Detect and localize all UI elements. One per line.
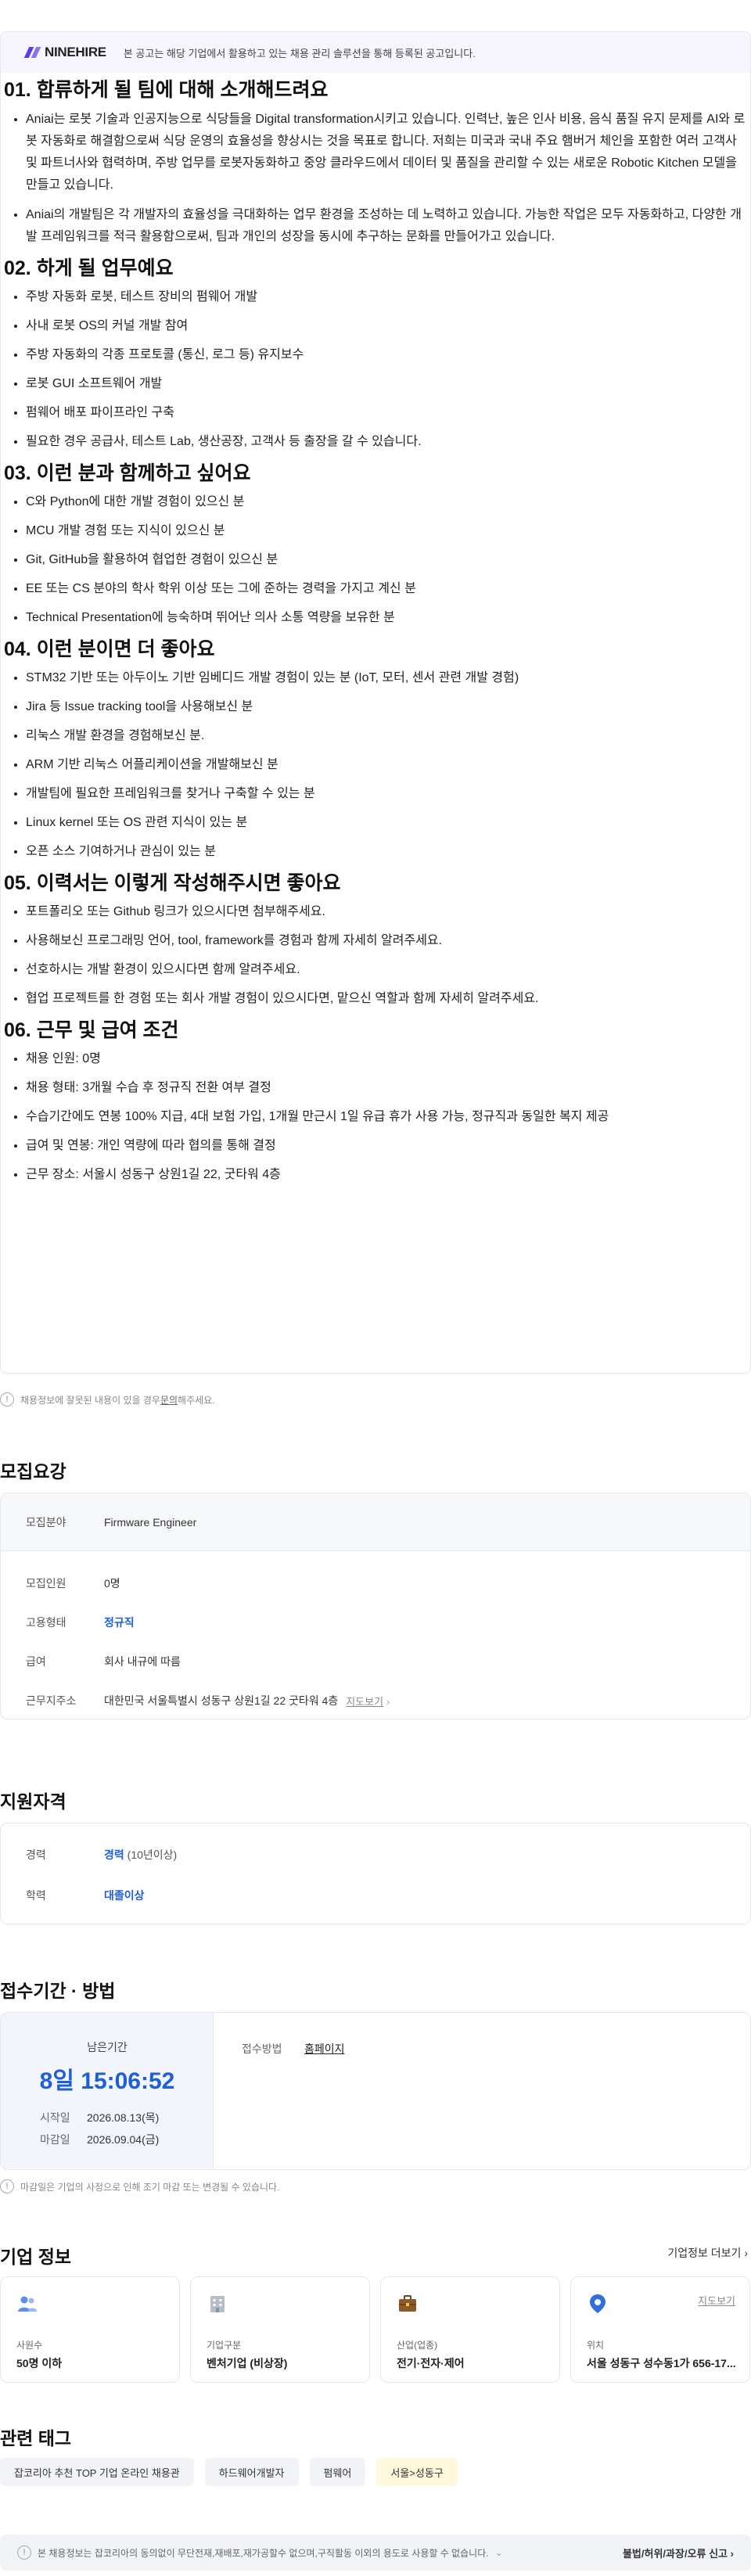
company-card-type: 기업구분 벤처기업 (비상장) [190, 2276, 370, 2383]
list-item: 포트폴리오 또는 Github 링크가 있으시다면 첨부해주세요. [26, 902, 749, 922]
map-link[interactable]: 지도보기 › [346, 1694, 390, 1708]
list-item: 채용 형태: 3개월 수습 후 정규직 전환 여부 결정 [26, 1078, 749, 1098]
recruit-address-row: 근무지주소 대한민국 서울특별시 성동구 상원1길 22 굿타워 4층 지도보기… [26, 1694, 390, 1708]
list-item: 펌웨어 배포 파이프라인 구축 [26, 403, 749, 423]
company-section-title: 기업 정보 [0, 2247, 72, 2267]
list-item: 주방 자동화의 각종 프로토콜 (통신, 로그 등) 유지보수 [26, 345, 749, 365]
company-card-employees: 사원수 50명 이하 [0, 2276, 180, 2383]
list-item: Aniai는 로봇 기술과 인공지능으로 식당들을 Digital transf… [26, 109, 749, 196]
list-item: 리눅스 개발 환경을 경험해보신 분. [26, 726, 749, 746]
recruit-salary-row: 급여 회사 내규에 따름 [26, 1655, 181, 1668]
list-item: 채용 인원: 0명 [26, 1049, 749, 1069]
ninehire-logo-icon [23, 47, 41, 58]
company-card-industry: 산업(업종) 전기·전자·제어 [380, 2276, 560, 2383]
list-item: 수습기간에도 연봉 100% 지급, 4대 보험 가입, 1개월 만근시 1일 … [26, 1107, 749, 1127]
tags-section-title: 관련 태그 [0, 2428, 72, 2448]
list-item: STM32 기반 또는 아두이노 기반 임베디드 개발 경험이 있는 분 (Io… [26, 668, 749, 688]
ninehire-logo: NINEHIRE [23, 45, 106, 60]
homepage-link[interactable]: 홈페이지 [304, 2041, 345, 2057]
job-posting-page: NINEHIRE 본 공고는 해당 기업에서 활용하고 있는 채용 관리 솔루션… [0, 0, 751, 2576]
list-item: Linux kernel 또는 OS 관련 지식이 있는 분 [26, 813, 749, 833]
start-date-row: 시작일 2026.08.13(목) [40, 2111, 160, 2124]
list-item: 주방 자동화 로봇, 테스트 장비의 펌웨어 개발 [26, 287, 749, 307]
conditions-list: 채용 인원: 0명 채용 형태: 3개월 수습 후 정규직 전환 여부 결정 수… [26, 1049, 749, 1185]
period-card: 남은기간 8일 15:06:52 시작일 2026.08.13(목) 마감일 2… [0, 2012, 751, 2170]
tag-item[interactable]: 하드웨어개발자 [204, 2458, 299, 2486]
tag-list: 잡코리아 추천 TOP 기업 온라인 채용관 하드웨어개발자 펌웨어 서울>성동… [0, 2458, 458, 2486]
copyright-footer: ! 본 채용정보는 잡코리아의 동의없이 무단전재,재배포,재가공할수 없으며,… [0, 2535, 751, 2571]
chevron-down-icon[interactable]: ⌄ [495, 2547, 503, 2558]
list-item: Jira 등 Issue tracking tool을 사용해보신 분 [26, 697, 749, 717]
list-item: Technical Presentation에 능숙하며 뛰어난 의사 소통 역… [26, 608, 749, 628]
info-icon: ! [17, 2545, 31, 2560]
preferred-list: STM32 기반 또는 아두이노 기반 임베디드 개발 경험이 있는 분 (Io… [26, 668, 749, 862]
report-notice: ! 채용정보에 잘못된 내용이 있을 경우 문의 해주세요. [0, 1392, 215, 1407]
chevron-right-icon: › [386, 1695, 390, 1708]
qualify-section-title: 지원자격 [0, 1791, 66, 1812]
company-card-location: 지도보기 위치 서울 성동구 성수동1가 656-17... [570, 2276, 750, 2383]
deadline-notice: ! 마감일은 기업의 사정으로 인해 조기 마감 또는 변경될 수 있습니다. [0, 2179, 279, 2193]
chevron-right-icon: › [730, 2547, 734, 2560]
end-date-row: 마감일 2026.09.04(금) [40, 2133, 160, 2146]
section-title-team: 01. 합류하게 될 팀에 대해 소개해드려요 [4, 79, 329, 101]
report-inquiry-link[interactable]: 문의 [160, 1393, 178, 1407]
resume-list: 포트폴리오 또는 Github 링크가 있으시다면 첨부해주세요. 사용해보신 … [26, 902, 749, 1009]
recruit-type-row: 고용형태 정규직 [26, 1616, 135, 1629]
section-title-resume: 05. 이력서는 이렇게 작성해주시면 좋아요 [4, 872, 341, 894]
period-section-title: 접수기간 · 방법 [0, 1981, 116, 2001]
list-item: EE 또는 CS 분야의 학사 학위 이상 또는 그에 준하는 경력을 가지고 … [26, 579, 749, 599]
recruit-field-value: Firmware Engineer [104, 1515, 197, 1529]
recruit-section-title: 모집요강 [0, 1461, 66, 1482]
recruit-field-row: 모집분야 Firmware Engineer [1, 1493, 750, 1551]
banner-text: 본 공고는 해당 기업에서 활용하고 있는 채용 관리 솔루션을 통해 등록된 … [123, 47, 476, 59]
list-item: 로봇 GUI 소프트웨어 개발 [26, 374, 749, 394]
list-item: ARM 기반 리눅스 어플리케이션을 개발해보신 분 [26, 755, 749, 775]
apply-method-row: 접수방법 홈페이지 [242, 2041, 345, 2057]
ninehire-banner: NINEHIRE 본 공고는 해당 기업에서 활용하고 있는 채용 관리 솔루션… [1, 32, 750, 73]
career-row: 경력 경력 (10년이상) [26, 1848, 178, 1861]
location-map-link[interactable]: 지도보기 [698, 2293, 735, 2308]
period-countdown-panel: 남은기간 8일 15:06:52 시작일 2026.08.13(목) 마감일 2… [1, 2013, 214, 2169]
section-title-duties: 02. 하게 될 업무예요 [4, 257, 174, 279]
remaining-time: 8일 15:06:52 [39, 2068, 175, 2094]
job-description: 01. 합류하게 될 팀에 대해 소개해드려요 Aniai는 로봇 기술과 인공… [1, 73, 750, 1194]
list-item: Git, GitHub을 활용하여 협업한 경험이 있으신 분 [26, 550, 749, 570]
list-item: C와 Python에 대한 개발 경험이 있으신 분 [26, 492, 749, 512]
list-item: 급여 및 연봉: 개인 역량에 따라 협의를 통해 결정 [26, 1136, 749, 1156]
list-item: 개발팀에 필요한 프레임워크를 찾거나 구축할 수 있는 분 [26, 784, 749, 804]
list-item: 오픈 소스 기여하거나 관심이 있는 분 [26, 842, 749, 862]
location-pin-icon [590, 2294, 605, 2313]
list-item: 협업 프로젝트를 한 경험 또는 회사 개발 경험이 있으시다면, 맡으신 역할… [26, 989, 749, 1009]
list-item: 사내 로봇 OS의 커널 개발 참여 [26, 316, 749, 336]
job-description-box: NINEHIRE 본 공고는 해당 기업에서 활용하고 있는 채용 관리 솔루션… [0, 31, 751, 1374]
section-title-requirements: 03. 이런 분과 함께하고 싶어요 [4, 462, 251, 484]
duties-list: 주방 자동화 로봇, 테스트 장비의 펌웨어 개발 사내 로봇 OS의 커널 개… [26, 287, 749, 452]
tag-item[interactable]: 서울>성동구 [376, 2458, 458, 2486]
info-icon: ! [0, 2179, 14, 2193]
company-more-link[interactable]: 기업정보 더보기 › [667, 2245, 748, 2261]
team-intro-list: Aniai는 로봇 기술과 인공지능으로 식당들을 Digital transf… [26, 109, 749, 248]
requirements-list: C와 Python에 대한 개발 경험이 있으신 분 MCU 개발 경험 또는 … [26, 492, 749, 628]
report-link[interactable]: 불법/허위/과장/오류 신고 › [623, 2545, 734, 2560]
education-row: 학력 대졸이상 [26, 1889, 145, 1902]
people-icon [18, 2296, 37, 2312]
list-item: Aniai의 개발팀은 각 개발자의 효율성을 극대화하는 업무 환경을 조성하… [26, 204, 749, 248]
list-item: MCU 개발 경험 또는 지식이 있으신 분 [26, 521, 749, 541]
section-title-preferred: 04. 이런 분이면 더 좋아요 [4, 638, 215, 660]
info-icon: ! [0, 1392, 14, 1407]
list-item: 선호하시는 개발 환경이 있으시다면 함께 알려주세요. [26, 960, 749, 980]
recruit-table: 모집분야 Firmware Engineer 모집인원 0명 고용형태 정규직 … [0, 1493, 751, 1719]
section-title-conditions: 06. 근무 및 급여 조건 [4, 1019, 179, 1041]
chevron-right-icon: › [744, 2247, 748, 2259]
list-item: 근무 장소: 서울시 성동구 상원1길 22, 굿타워 4층 [26, 1165, 749, 1185]
list-item: 필요한 경우 공급사, 테스트 Lab, 생산공장, 고객사 등 출장을 갈 수… [26, 432, 749, 452]
briefcase-icon [399, 2295, 416, 2312]
qualify-table: 경력 경력 (10년이상) 학력 대졸이상 [0, 1823, 751, 1924]
building-icon [210, 2296, 225, 2312]
tag-item[interactable]: 펌웨어 [309, 2458, 366, 2486]
list-item: 사용해보신 프로그래밍 언어, tool, framework를 경험과 함께 … [26, 931, 749, 951]
tag-item[interactable]: 잡코리아 추천 TOP 기업 온라인 채용관 [0, 2458, 194, 2486]
recruit-count-row: 모집인원 0명 [26, 1577, 120, 1590]
